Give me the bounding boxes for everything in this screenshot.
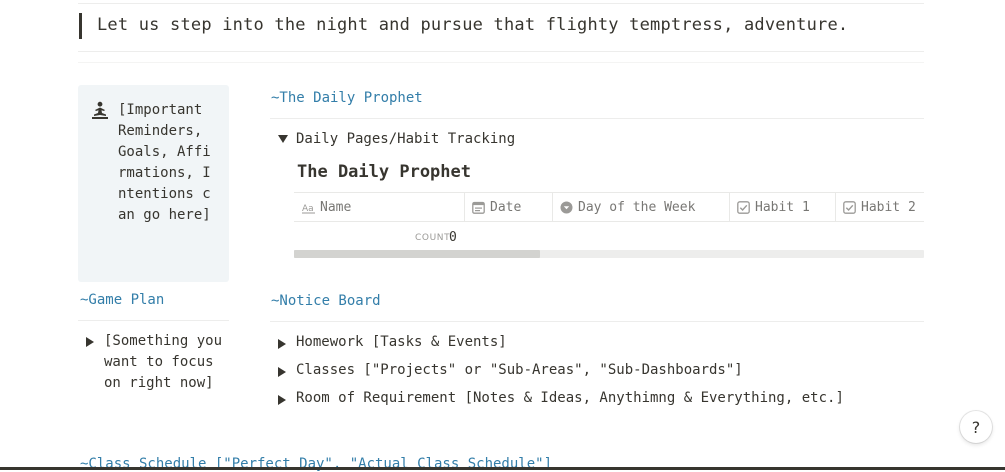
scrollbar-thumb[interactable] bbox=[294, 250, 540, 258]
game-plan-toggle-text[interactable]: [Something you want to focus on right no… bbox=[104, 331, 228, 394]
notice-board-item-label: Homework [Tasks & Events] bbox=[296, 334, 507, 350]
column-header-name[interactable]: Aa Name bbox=[302, 193, 351, 221]
column-header-label: Day of the Week bbox=[578, 199, 696, 215]
notice-board-item[interactable]: Classes ["Projects" or "Sub-Areas", "Sub… bbox=[278, 362, 878, 382]
meditating-person-icon bbox=[92, 101, 108, 119]
column-separator[interactable] bbox=[552, 193, 553, 221]
calendar-icon bbox=[472, 201, 485, 214]
top-divider bbox=[78, 3, 924, 4]
column-separator[interactable] bbox=[464, 193, 465, 221]
toggle-right-icon bbox=[278, 367, 286, 377]
help-button[interactable]: ? bbox=[960, 411, 992, 443]
checkbox-icon bbox=[737, 200, 750, 214]
column-header-label: Habit 2 bbox=[861, 199, 916, 215]
toggle-right-icon bbox=[86, 337, 94, 347]
column-header-label: Date bbox=[490, 199, 522, 215]
column-header-day-of-week[interactable]: Day of the Week bbox=[560, 193, 695, 221]
daily-prophet-heading[interactable]: ~The Daily Prophet bbox=[271, 90, 423, 106]
daily-pages-toggle[interactable]: Daily Pages/Habit Tracking bbox=[278, 131, 578, 151]
column-header-habit-2[interactable]: Habit 2 bbox=[843, 193, 916, 221]
notice-board-heading[interactable]: ~Notice Board bbox=[271, 293, 381, 309]
notice-board-item[interactable]: Room of Requirement [Notes & Ideas, Anyt… bbox=[278, 390, 878, 410]
database-title[interactable]: The Daily Prophet bbox=[297, 162, 471, 182]
select-icon bbox=[560, 201, 573, 213]
checkbox-icon bbox=[843, 200, 856, 214]
toggle-right-icon bbox=[278, 339, 286, 349]
horizontal-scrollbar[interactable] bbox=[294, 250, 924, 258]
notice-board-item-label: Classes ["Projects" or "Sub-Areas", "Sub… bbox=[296, 362, 743, 378]
callout-text[interactable]: [Important Reminders, Goals, Affirmation… bbox=[118, 100, 218, 226]
column-header-date[interactable]: Date bbox=[472, 193, 521, 221]
quote-bar bbox=[79, 13, 82, 39]
callout[interactable]: [Important Reminders, Goals, Affirmation… bbox=[78, 85, 229, 282]
game-plan-heading[interactable]: ~Game Plan bbox=[80, 292, 164, 308]
toggle-down-icon bbox=[278, 135, 288, 143]
column-header-label: Habit 1 bbox=[755, 199, 810, 215]
notice-board-item[interactable]: Homework [Tasks & Events] bbox=[278, 334, 878, 354]
daily-pages-toggle-label: Daily Pages/Habit Tracking bbox=[296, 131, 516, 147]
column-separator[interactable] bbox=[729, 193, 730, 221]
notice-board-divider bbox=[270, 321, 924, 322]
quote-divider bbox=[78, 51, 924, 52]
column-header-label: Name bbox=[320, 199, 352, 215]
help-label: ? bbox=[971, 417, 981, 437]
column-divider bbox=[78, 62, 924, 63]
daily-prophet-divider bbox=[270, 118, 924, 119]
table-header: Aa Name Date Day of the Week Habit 1 Hab… bbox=[294, 192, 924, 222]
count-value: 0 bbox=[449, 230, 457, 245]
quote-text[interactable]: Let us step into the night and pursue th… bbox=[97, 15, 848, 35]
game-plan-divider bbox=[78, 320, 229, 321]
toggle-right-icon bbox=[278, 395, 286, 405]
count-label[interactable]: COUNT bbox=[415, 233, 450, 243]
column-header-habit-1[interactable]: Habit 1 bbox=[737, 193, 810, 221]
text-property-icon: Aa bbox=[302, 204, 315, 214]
game-plan-toggle-button[interactable] bbox=[86, 336, 96, 348]
column-separator[interactable] bbox=[835, 193, 836, 221]
notice-board-item-label: Room of Requirement [Notes & Ideas, Anyt… bbox=[296, 390, 844, 406]
